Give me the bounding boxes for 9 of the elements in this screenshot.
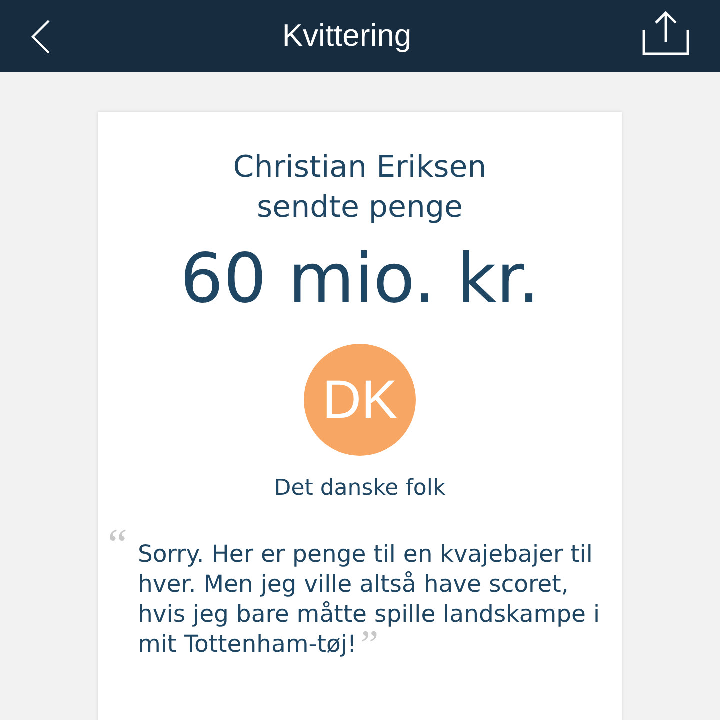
sender-name: Christian Eriksen [233,149,487,187]
recipient-name: Det danske folk [274,476,446,501]
quote-mark: “ [108,523,128,567]
recipient-avatar: DK [304,344,416,456]
amount: 60 mio. kr. [180,239,540,321]
back-icon[interactable] [30,19,52,55]
share-icon[interactable] [642,10,690,56]
action-text: sendte penge [257,189,463,227]
screen-title: Kvittering [282,18,412,54]
